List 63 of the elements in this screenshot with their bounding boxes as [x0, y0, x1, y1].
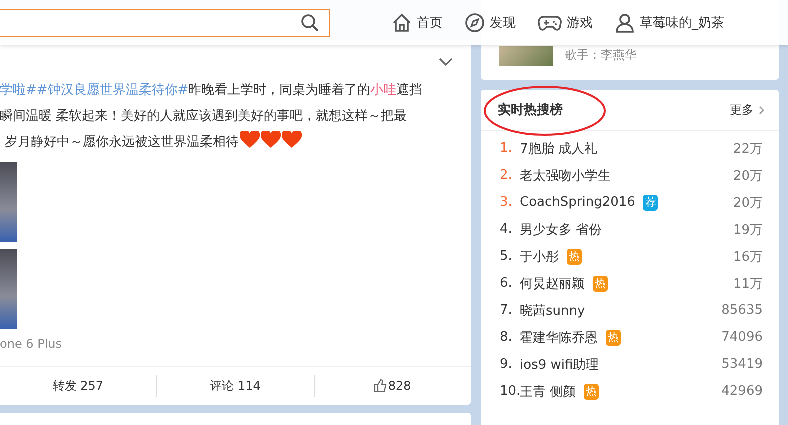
hot-topic-link[interactable]: 王青 侧颜 [520, 382, 576, 400]
rank-number: 1. [500, 141, 514, 156]
hot-topic-link[interactable]: 7胞胎 成人礼 [520, 140, 598, 158]
topic-badge: 热 [567, 248, 582, 264]
rank-number: 4. [500, 222, 514, 237]
artist-text: 歌手：李燕华 [565, 47, 637, 64]
hot-topic-link[interactable]: 霍建华陈乔恩 [520, 328, 598, 346]
search-count: 16万 [733, 248, 763, 266]
search-count: 74096 [722, 330, 763, 345]
search-count: 19万 [733, 222, 763, 238]
thumbs-up-icon [374, 379, 388, 393]
post-text: 岁月静好中～愿你永远被这世界温柔相待 [0, 130, 471, 156]
search-count: 22万 [733, 140, 763, 158]
rank-number: 8. [500, 330, 514, 345]
nav-link[interactable]: 首页 [392, 12, 443, 32]
rank-number: 2. [500, 168, 514, 183]
comment-button[interactable]: 评论 114 [157, 367, 314, 405]
nav-link[interactable]: 游戏 [538, 12, 593, 32]
profile-link[interactable]: 草莓味的_奶茶 [615, 12, 724, 32]
hot-topic-link[interactable]: 男少女多 省份 [520, 220, 602, 238]
heart-icon [261, 131, 281, 149]
chevron-right-icon [759, 106, 765, 114]
rank-number: 5. [500, 249, 514, 264]
topic-badge: 荐 [643, 194, 658, 210]
post-text: 学啦##钟汉良愿世界温柔待你#昨晚看上学时，同桌为睡着了的小哇遮挡 [0, 82, 424, 100]
search-count: 20万 [733, 194, 763, 212]
photo-placeholder[interactable] [0, 249, 17, 329]
hot-topic-link[interactable]: 何炅赵丽颖 [520, 274, 585, 292]
user-icon [615, 12, 635, 32]
repost-button[interactable]: 转发 257 [0, 367, 156, 405]
hot-search-title: 实时热搜榜 [498, 102, 563, 119]
hot-topic-link[interactable]: 于小彤 [520, 248, 559, 266]
search-field[interactable] [0, 8, 330, 36]
hot-topic-link[interactable]: 晓茜sunny [520, 302, 586, 320]
search-count: 42969 [722, 384, 763, 399]
rank-number: 10. [500, 384, 520, 399]
home-icon [392, 12, 412, 32]
chevron-down-icon[interactable] [439, 58, 453, 66]
more-link[interactable]: 更多 [730, 102, 765, 118]
heart-icon [282, 131, 302, 149]
post-text: 瞬间温暖 柔软起来！美好的人就应该遇到美好的事吧，就想这样～把最 [0, 108, 408, 126]
compass-icon [465, 12, 485, 32]
rank-number: 3. [500, 195, 514, 210]
like-button[interactable]: 828 [314, 367, 471, 405]
heart-icon [240, 131, 260, 149]
source-text: one 6 Plus [0, 337, 64, 351]
search-icon[interactable] [301, 14, 319, 32]
search-count: 20万 [733, 168, 763, 184]
rank-number: 9. [500, 357, 514, 372]
search-count: 85635 [722, 303, 763, 318]
hot-topic-link[interactable]: CoachSpring2016 [520, 195, 636, 210]
nav-link[interactable]: 发现 [465, 12, 516, 32]
topic-badge: 热 [584, 384, 600, 400]
search-count: 11万 [733, 276, 763, 292]
hot-topic-link[interactable]: ios9 wifi助理 [520, 356, 600, 374]
topic-badge: 热 [593, 276, 608, 292]
topic-badge: 热 [606, 330, 621, 346]
rank-number: 7. [500, 303, 514, 318]
search-count: 53419 [722, 357, 763, 372]
hot-topic-link[interactable]: 老太强吻小学生 [520, 166, 611, 184]
photo-placeholder[interactable] [0, 162, 17, 242]
rank-number: 6. [500, 276, 514, 291]
album-cover-placeholder[interactable] [499, 46, 553, 66]
